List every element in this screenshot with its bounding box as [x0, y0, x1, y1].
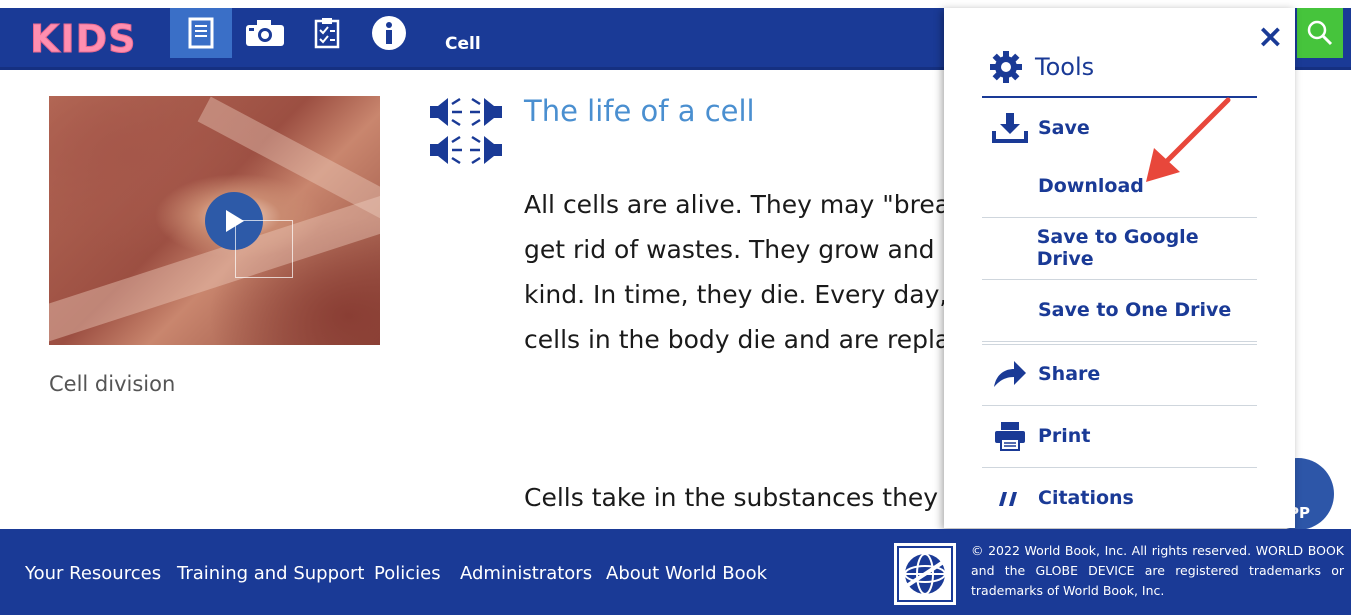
- menu-divider: [982, 279, 1257, 280]
- menu-item-share[interactable]: Share: [982, 358, 1257, 390]
- menu-divider: [982, 217, 1257, 218]
- footer: Your Resources Training and Support Poli…: [0, 529, 1351, 615]
- gear-icon: [990, 51, 1022, 83]
- menu-item-save-one-drive[interactable]: Save to One Drive: [982, 294, 1257, 326]
- article-line: kind. In time, they die. Every day,: [524, 280, 948, 309]
- menu-divider: [982, 467, 1257, 468]
- menu-item-label: Print: [1038, 425, 1091, 447]
- share-icon: [994, 361, 1026, 387]
- article-line: get rid of wastes. They grow and: [524, 235, 935, 264]
- checklist-icon[interactable]: [296, 8, 358, 58]
- video-thumbnail[interactable]: [49, 96, 380, 345]
- article-line: cells in the body die and are repla: [524, 325, 951, 354]
- article-line: Cells take in the substances they: [524, 483, 939, 512]
- menu-divider: [982, 344, 1257, 345]
- search-icon: [1307, 20, 1333, 46]
- tools-title: Tools: [1035, 53, 1095, 81]
- menu-item-label: Share: [1038, 363, 1101, 385]
- audio-icon[interactable]: [428, 96, 506, 170]
- footer-link-about-world-book[interactable]: About World Book: [606, 563, 767, 584]
- article-title: The life of a cell: [524, 94, 755, 128]
- search-button[interactable]: [1297, 8, 1343, 58]
- footer-link-training-support[interactable]: Training and Support: [177, 563, 365, 584]
- menu-item-save-google-drive[interactable]: Save to Google Drive: [982, 226, 1257, 270]
- menu-item-print[interactable]: Print: [982, 420, 1257, 452]
- tools-heading: Tools: [989, 50, 1094, 84]
- menu-divider: [982, 341, 1257, 342]
- menu-item-label: Save to Google Drive: [1036, 226, 1199, 270]
- book-icon[interactable]: [170, 8, 232, 58]
- info-icon[interactable]: [358, 8, 420, 58]
- page-name: Cell: [445, 34, 481, 54]
- quote-icon: [999, 492, 1017, 506]
- menu-item-label: Save to One Drive: [1038, 299, 1232, 321]
- focus-indicator: [235, 220, 293, 278]
- media-caption: Cell division: [49, 372, 176, 396]
- download-icon: [992, 113, 1028, 143]
- kids-logo[interactable]: KIDS: [30, 20, 137, 59]
- menu-item-label: Download: [1038, 175, 1144, 197]
- tools-panel: × Tools Save Download Save to Google Dri…: [944, 8, 1295, 528]
- camera-icon[interactable]: [234, 8, 296, 58]
- article-line: All cells are alive. They may "brea: [524, 190, 951, 219]
- footer-link-policies[interactable]: Policies: [374, 563, 441, 584]
- annotation-arrow: [1146, 97, 1231, 182]
- world-book-globe-logo: [894, 543, 956, 605]
- printer-icon: [995, 422, 1025, 451]
- footer-link-your-resources[interactable]: Your Resources: [25, 563, 161, 584]
- menu-item-citations[interactable]: Citations: [982, 482, 1257, 514]
- close-icon[interactable]: ×: [1257, 20, 1284, 52]
- footer-link-administrators[interactable]: Administrators: [460, 563, 592, 584]
- menu-item-label: Citations: [1038, 487, 1134, 509]
- menu-divider: [982, 405, 1257, 406]
- menu-item-label: Save: [1038, 117, 1090, 139]
- copyright-text: © 2022 World Book, Inc. All rights reser…: [971, 543, 1344, 598]
